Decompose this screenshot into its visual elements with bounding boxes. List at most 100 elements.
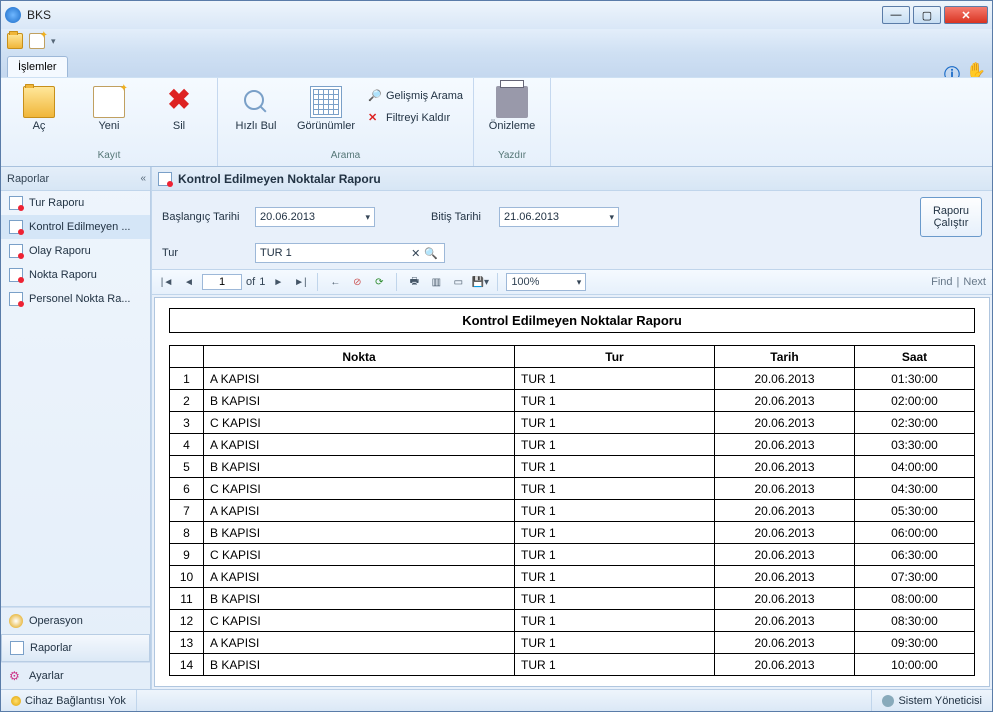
qat-new-icon[interactable] xyxy=(29,33,45,49)
cell-idx: 14 xyxy=(170,654,204,676)
nav-ayarlar[interactable]: ⚙ Ayarlar xyxy=(1,662,150,689)
nav-raporlar-label: Raporlar xyxy=(30,642,72,654)
col-nokta: Nokta xyxy=(204,346,515,368)
cell-tarih: 20.06.2013 xyxy=(715,412,855,434)
ribbon-tab-islemler[interactable]: İşlemler xyxy=(7,56,68,77)
clear-filter-button[interactable]: ✕ Filtreyi Kaldır xyxy=(364,108,467,128)
first-page-button[interactable]: |◄ xyxy=(158,273,176,291)
table-row: 3C KAPISITUR 120.06.201302:30:00 xyxy=(170,412,975,434)
last-page-button[interactable]: ►| xyxy=(291,273,309,291)
open-button[interactable]: Aç xyxy=(7,82,71,132)
ribbon-group-kayit-caption: Kayıt xyxy=(7,150,211,164)
advanced-search-icon: 🔎 xyxy=(368,89,382,103)
stop-button[interactable]: ⊘ xyxy=(348,273,366,291)
clear-filter-icon: ✕ xyxy=(368,111,382,125)
find-next-link[interactable]: Next xyxy=(963,276,986,288)
print-button[interactable]: 🖶 xyxy=(405,273,423,291)
report-viewport[interactable]: Kontrol Edilmeyen Noktalar Raporu Nokta … xyxy=(154,297,990,687)
refresh-button[interactable]: ⟳ xyxy=(370,273,388,291)
table-row: 5B KAPISITUR 120.06.201304:00:00 xyxy=(170,456,975,478)
user-icon xyxy=(882,695,894,707)
cell-saat: 08:00:00 xyxy=(855,588,975,610)
start-date-picker[interactable]: 20.06.2013 ▾ xyxy=(255,207,375,227)
next-page-button[interactable]: ► xyxy=(269,273,287,291)
advanced-search-button[interactable]: 🔎 Gelişmiş Arama xyxy=(364,86,467,106)
end-date-label: Bitiş Tarihi xyxy=(431,211,491,223)
sidebar-item[interactable]: Nokta Raporu xyxy=(1,263,150,287)
tur-picker[interactable]: TUR 1 ✕ 🔍 xyxy=(255,243,445,263)
start-date-label: Başlangıç Tarihi xyxy=(162,211,247,223)
sidebar-report-list: Tur RaporuKontrol Edilmeyen ...Olay Rapo… xyxy=(1,191,150,606)
sidebar-item[interactable]: Personel Nokta Ra... xyxy=(1,287,150,311)
sidebar-item[interactable]: Tur Raporu xyxy=(1,191,150,215)
help-hand-icon[interactable]: ✋ xyxy=(966,61,982,77)
cell-tur: TUR 1 xyxy=(515,632,715,654)
gear-icon: ⚙ xyxy=(9,669,23,683)
sidebar-item[interactable]: Kontrol Edilmeyen ... xyxy=(1,215,150,239)
nav-raporlar[interactable]: Raporlar xyxy=(1,634,150,662)
prev-page-button[interactable]: ◄ xyxy=(180,273,198,291)
cell-tur: TUR 1 xyxy=(515,456,715,478)
cell-tur: TUR 1 xyxy=(515,390,715,412)
cell-nokta: C KAPISI xyxy=(204,610,515,632)
qat-dropdown-icon[interactable]: ▾ xyxy=(51,36,56,47)
advanced-search-label: Gelişmiş Arama xyxy=(386,90,463,102)
sidebar-nav: Operasyon Raporlar ⚙ Ayarlar xyxy=(1,606,150,689)
ribbon-tab-strip: İşlemler ⓘ ✋ xyxy=(1,53,992,77)
sidebar-item[interactable]: Olay Raporu xyxy=(1,239,150,263)
cell-saat: 08:30:00 xyxy=(855,610,975,632)
minimize-button[interactable]: — xyxy=(882,6,910,24)
cell-idx: 6 xyxy=(170,478,204,500)
cell-idx: 3 xyxy=(170,412,204,434)
cell-saat: 02:00:00 xyxy=(855,390,975,412)
page-number-input[interactable] xyxy=(202,274,242,290)
cell-tarih: 20.06.2013 xyxy=(715,522,855,544)
dropdown-arrow-icon: ▾ xyxy=(577,277,582,288)
layout-button[interactable]: ▥ xyxy=(427,273,445,291)
quick-find-button[interactable]: Hızlı Bul xyxy=(224,82,288,132)
cell-tur: TUR 1 xyxy=(515,412,715,434)
back-button[interactable]: ← xyxy=(326,273,344,291)
cell-saat: 04:00:00 xyxy=(855,456,975,478)
table-row: 4A KAPISITUR 120.06.201303:30:00 xyxy=(170,434,975,456)
export-button[interactable]: 💾▾ xyxy=(471,273,489,291)
close-button[interactable]: ✕ xyxy=(944,6,988,24)
tur-label: Tur xyxy=(162,247,247,259)
run-report-label: Raporu Çalıştır xyxy=(921,205,981,229)
nav-operasyon[interactable]: Operasyon xyxy=(1,607,150,634)
help-info-icon[interactable]: ⓘ xyxy=(944,61,960,77)
cell-saat: 02:30:00 xyxy=(855,412,975,434)
folder-open-icon xyxy=(23,86,55,118)
qat-open-icon[interactable] xyxy=(7,33,23,49)
clear-tur-icon[interactable]: ✕ xyxy=(409,247,422,260)
sidebar-title: Raporlar xyxy=(7,173,49,185)
end-date-picker[interactable]: 21.06.2013 ▾ xyxy=(499,207,619,227)
lookup-tur-icon[interactable]: 🔍 xyxy=(422,247,440,260)
preview-button[interactable]: Önizleme xyxy=(480,82,544,132)
sidebar-collapse-icon[interactable]: « xyxy=(140,173,144,184)
cell-saat: 03:30:00 xyxy=(855,434,975,456)
sidebar-item-label: Nokta Raporu xyxy=(29,269,97,281)
zoom-value: 100% xyxy=(511,276,539,288)
operasyon-icon xyxy=(9,614,23,628)
cell-nokta: A KAPISI xyxy=(204,566,515,588)
cell-tur: TUR 1 xyxy=(515,522,715,544)
maximize-button[interactable]: ▢ xyxy=(913,6,941,24)
open-label: Aç xyxy=(33,120,46,132)
page-total: 1 xyxy=(259,276,265,288)
views-button[interactable]: Görünümler xyxy=(294,82,358,132)
delete-label: Sil xyxy=(173,120,185,132)
report-item-icon xyxy=(9,196,23,210)
cell-tur: TUR 1 xyxy=(515,588,715,610)
current-user-text: Sistem Yöneticisi xyxy=(898,695,982,707)
cell-tur: TUR 1 xyxy=(515,654,715,676)
cell-saat: 10:00:00 xyxy=(855,654,975,676)
zoom-select[interactable]: 100% ▾ xyxy=(506,273,586,291)
find-link[interactable]: Find xyxy=(931,276,952,288)
run-report-button[interactable]: Raporu Çalıştır xyxy=(920,197,982,237)
new-button[interactable]: Yeni xyxy=(77,82,141,132)
dropdown-arrow-icon: ▾ xyxy=(365,212,370,223)
delete-button[interactable]: ✖ Sil xyxy=(147,82,211,132)
page-setup-button[interactable]: ▭ xyxy=(449,273,467,291)
nav-ayarlar-label: Ayarlar xyxy=(29,670,64,682)
